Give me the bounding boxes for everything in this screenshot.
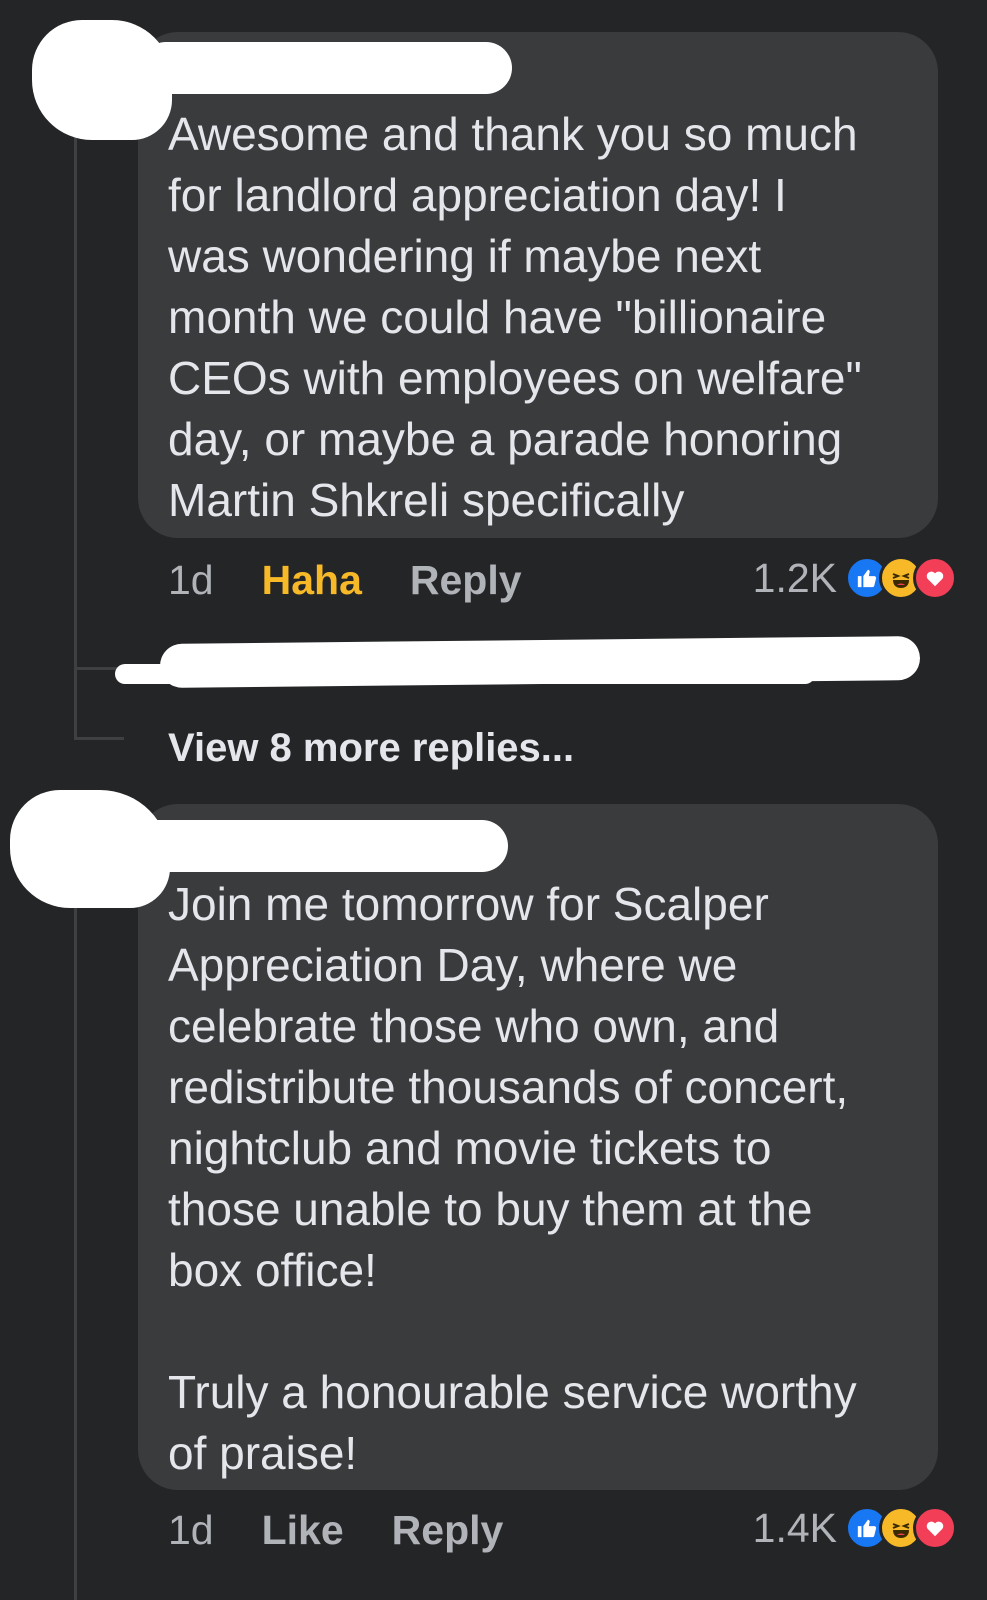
like-button[interactable]: Like	[262, 1507, 344, 1554]
comment-actions: 1d Haha Reply	[168, 550, 570, 610]
thread-line	[74, 110, 77, 740]
love-icon	[913, 556, 957, 600]
love-icon	[913, 1506, 957, 1550]
comment-timestamp: 1d	[168, 556, 214, 603]
view-more-replies-link[interactable]: View 8 more replies...	[168, 726, 574, 771]
comment-thread: { "comment1": { "text": "Awesome and tha…	[0, 0, 987, 1600]
haha-reaction-button[interactable]: Haha	[262, 557, 362, 604]
redacted-name	[130, 820, 508, 872]
thread-line	[74, 880, 77, 1600]
reaction-count: 1.2K	[752, 554, 837, 601]
comment-actions: 1d Like Reply	[168, 1500, 551, 1560]
redacted-name	[140, 42, 512, 94]
reaction-summary[interactable]: 1.2K	[753, 548, 957, 608]
thread-branch	[74, 737, 124, 740]
reaction-count: 1.4K	[752, 1504, 837, 1551]
reaction-summary[interactable]: 1.4K	[753, 1498, 957, 1558]
reply-button[interactable]: Reply	[392, 1507, 504, 1554]
comment-text: Awesome and thank you so much for landlo…	[168, 108, 862, 526]
redacted-reply-preview	[115, 664, 815, 684]
comment-text: Join me tomorrow for Scalper Appreciatio…	[168, 878, 857, 1479]
comment-timestamp: 1d	[168, 1506, 214, 1553]
reply-button[interactable]: Reply	[410, 557, 522, 604]
